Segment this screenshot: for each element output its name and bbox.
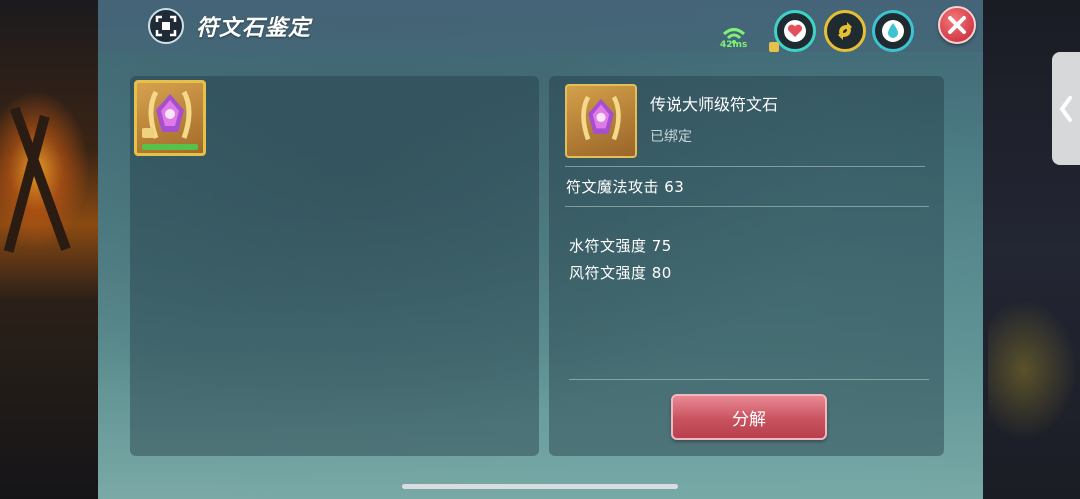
health-stat[interactable]	[774, 10, 816, 52]
rune-stone-icon	[581, 95, 621, 141]
decompose-button[interactable]: 分解	[671, 394, 827, 440]
game-background-left	[0, 0, 98, 499]
close-button[interactable]	[938, 6, 976, 44]
divider	[565, 206, 929, 207]
ping-label: 42ms	[720, 40, 748, 50]
identify-icon	[148, 8, 184, 44]
badge-icon	[769, 42, 779, 52]
item-name: 传说大师级符文石	[650, 95, 779, 114]
chevron-left-icon	[1059, 95, 1072, 122]
water-stat[interactable]	[872, 10, 914, 52]
bound-status: 已绑定	[650, 129, 692, 145]
slot-progress-bar	[142, 144, 198, 150]
swap-icon	[838, 22, 852, 40]
close-icon	[948, 16, 966, 34]
sub-attribute: 风符文强度 80	[569, 264, 672, 282]
sub-attribute: 水符文强度 75	[569, 237, 672, 255]
heart-icon	[784, 20, 806, 42]
page-title: 符文石鉴定	[196, 16, 312, 41]
rune-inventory-grid	[130, 76, 539, 456]
home-indicator[interactable]	[402, 484, 678, 489]
main-attribute: 符文魔法攻击 63	[566, 178, 685, 196]
inventory-slot[interactable]	[134, 80, 206, 156]
divider	[565, 166, 925, 167]
rune-identify-panel: 符文石鉴定 42ms 传说大师级符文石 已绑定 符文魔法攻击 63 水符文强度 …	[98, 0, 983, 499]
rune-detail-panel: 传说大师级符文石 已绑定 符文魔法攻击 63 水符文强度 75 风符文强度 80…	[549, 76, 944, 456]
side-drawer-tab[interactable]	[1052, 52, 1080, 165]
bound-lock-icon	[142, 128, 154, 138]
divider	[569, 379, 929, 380]
drop-icon	[882, 20, 904, 42]
energy-stat[interactable]	[824, 10, 866, 52]
ambient-glow	[988, 300, 1078, 440]
detail-item-icon	[565, 84, 637, 158]
